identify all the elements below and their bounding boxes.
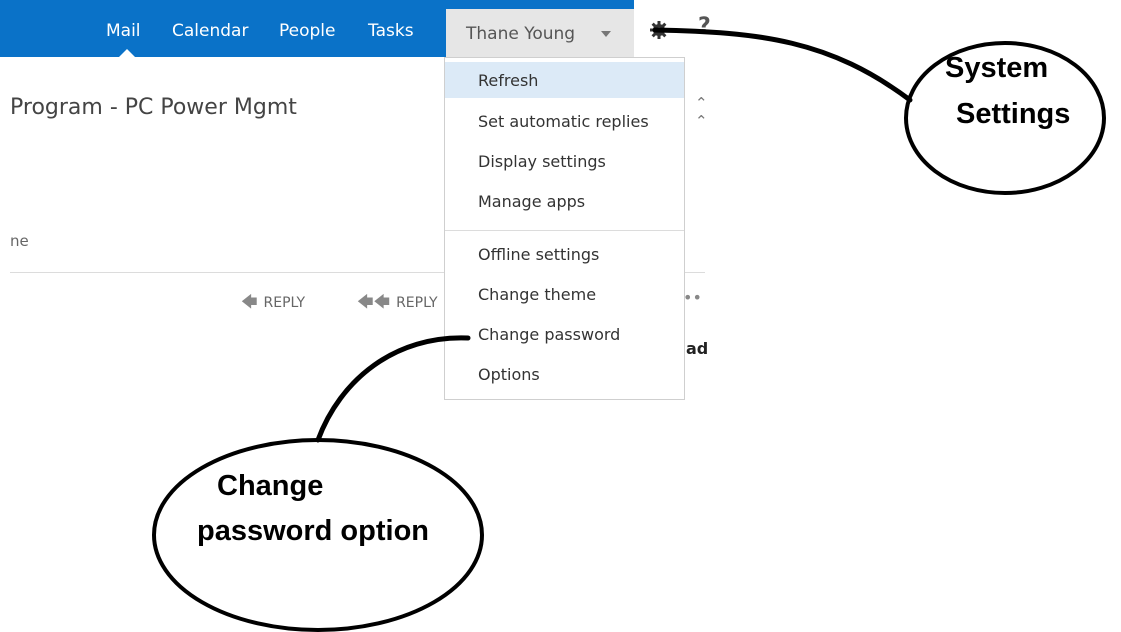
annotation-change-label: Change — [217, 470, 324, 502]
change-password-pointer-line — [315, 335, 471, 443]
annotation-password-option-label: password option — [197, 515, 429, 547]
annotation-overlay — [152, 27, 1106, 632]
annotation-system-label: System — [945, 52, 1049, 84]
system-settings-pointer-line — [652, 27, 913, 103]
annotation-settings-label: Settings — [956, 98, 1071, 130]
